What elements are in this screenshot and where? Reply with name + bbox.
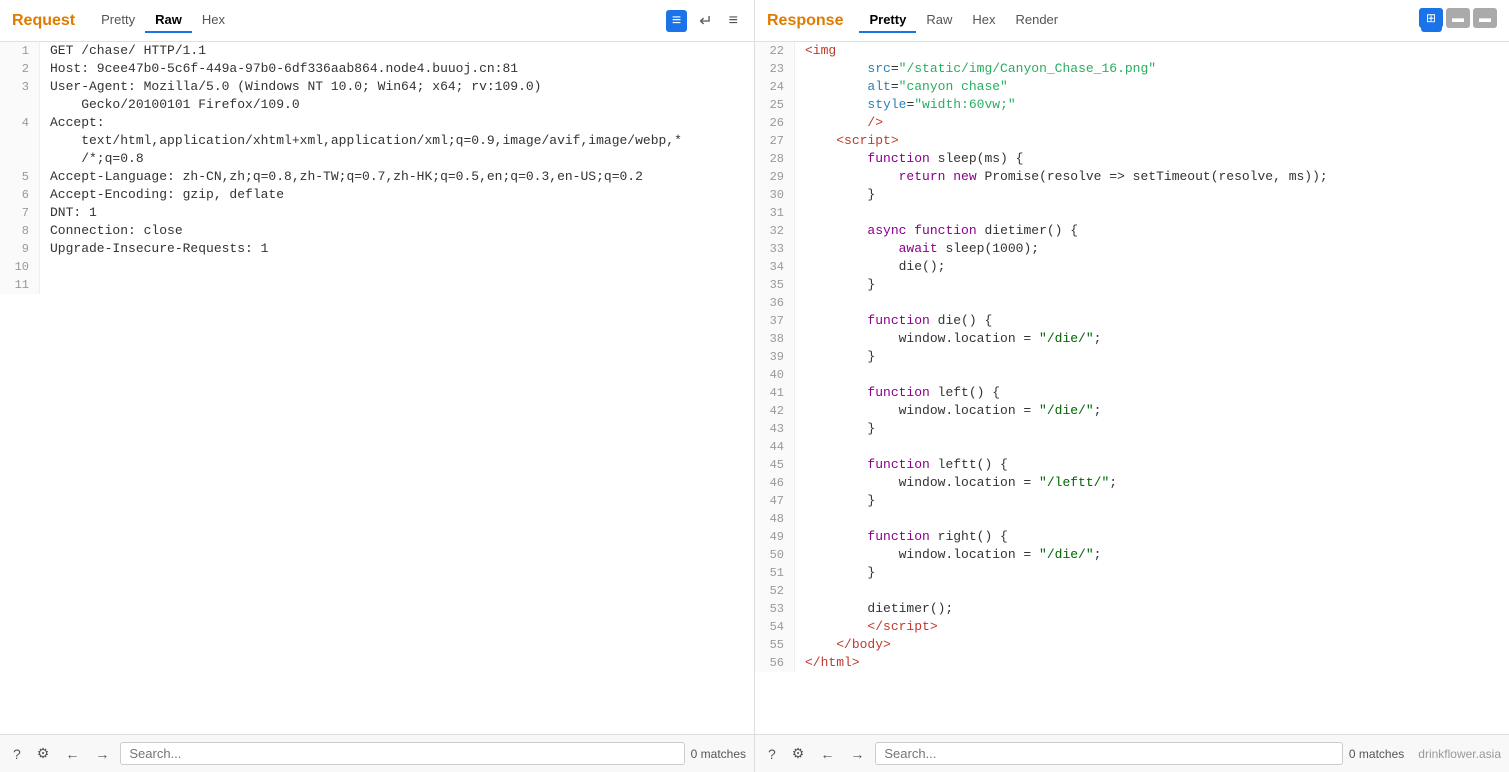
tab-raw-response[interactable]: Raw xyxy=(916,8,962,33)
request-tab-bar: Pretty Raw Hex xyxy=(91,8,658,33)
table-row: 31 xyxy=(755,204,1509,222)
back-btn-response[interactable]: ← xyxy=(815,744,839,764)
help-btn-request[interactable]: ? xyxy=(8,744,26,764)
table-row: 43 } xyxy=(755,420,1509,438)
table-row: 49 function right() { xyxy=(755,528,1509,546)
request-title: Request xyxy=(12,12,75,30)
table-row: 47 } xyxy=(755,492,1509,510)
table-row: 39 } xyxy=(755,348,1509,366)
watermark: drinkflower.asia xyxy=(1418,747,1501,761)
back-btn-request[interactable]: ← xyxy=(60,744,84,764)
col-view-1-icon[interactable]: ▬ xyxy=(1446,8,1470,28)
table-row: 26 /> xyxy=(755,114,1509,132)
table-row: 30 } xyxy=(755,186,1509,204)
table-row: 28 function sleep(ms) { xyxy=(755,150,1509,168)
settings-btn-request[interactable]: ⚙ xyxy=(32,743,55,764)
table-row: 35 } xyxy=(755,276,1509,294)
table-row: 9 Upgrade-Insecure-Requests: 1 xyxy=(0,240,754,258)
table-row: 50 window.location = "/die/"; xyxy=(755,546,1509,564)
settings-btn-response[interactable]: ⚙ xyxy=(787,743,810,764)
response-header: Response Pretty Raw Hex Render ≡ ↵ ≡ xyxy=(755,0,1509,42)
table-row: 8 Connection: close xyxy=(0,222,754,240)
table-row: 51 } xyxy=(755,564,1509,582)
table-row: 48 xyxy=(755,510,1509,528)
tab-render-response[interactable]: Render xyxy=(1005,8,1068,33)
tab-pretty-request[interactable]: Pretty xyxy=(91,8,145,33)
table-row: 38 window.location = "/die/"; xyxy=(755,330,1509,348)
table-row: 40 xyxy=(755,366,1509,384)
table-row: /*;q=0.8 xyxy=(0,150,754,168)
table-row: 45 function leftt() { xyxy=(755,456,1509,474)
table-row: 27 <script> xyxy=(755,132,1509,150)
tab-hex-response[interactable]: Hex xyxy=(962,8,1005,33)
tab-pretty-response[interactable]: Pretty xyxy=(859,8,916,33)
table-row: 7 DNT: 1 xyxy=(0,204,754,222)
table-row: 4 Accept: xyxy=(0,114,754,132)
table-row: 29 return new Promise(resolve => setTime… xyxy=(755,168,1509,186)
table-row: text/html,application/xhtml+xml,applicat… xyxy=(0,132,754,150)
search-input-response[interactable] xyxy=(875,742,1343,765)
request-code-area: 1 GET /chase/ HTTP/1.1 2 Host: 9cee47b0-… xyxy=(0,42,754,734)
table-row: 10 xyxy=(0,258,754,276)
table-row: 56 </html> xyxy=(755,654,1509,672)
table-row: Gecko/20100101 Firefox/109.0 xyxy=(0,96,754,114)
table-row: 36 xyxy=(755,294,1509,312)
tab-raw-request[interactable]: Raw xyxy=(145,8,192,33)
table-row: 25 style="width:60vw;" xyxy=(755,96,1509,114)
table-row: 46 window.location = "/leftt/"; xyxy=(755,474,1509,492)
table-row: 5 Accept-Language: zh-CN,zh;q=0.8,zh-TW;… xyxy=(0,168,754,186)
table-row: 22 <img xyxy=(755,42,1509,60)
wrap-btn-request[interactable]: ↵ xyxy=(695,9,716,33)
table-row: 32 async function dietimer() { xyxy=(755,222,1509,240)
request-bottom-bar: ? ⚙ ← → 0 matches xyxy=(0,734,754,772)
help-btn-response[interactable]: ? xyxy=(763,744,781,764)
request-header: Request Pretty Raw Hex ≡ ↵ ≡ xyxy=(0,0,754,42)
response-tab-bar: Pretty Raw Hex Render xyxy=(859,8,1412,33)
response-code-area: 22 <img 23 src="/static/img/Canyon_Chase… xyxy=(755,42,1509,734)
table-row: 23 src="/static/img/Canyon_Chase_16.png" xyxy=(755,60,1509,78)
table-row: 42 window.location = "/die/"; xyxy=(755,402,1509,420)
forward-btn-request[interactable]: → xyxy=(90,744,114,764)
table-row: 33 await sleep(1000); xyxy=(755,240,1509,258)
table-row: 3 User-Agent: Mozilla/5.0 (Windows NT 10… xyxy=(0,78,754,96)
tab-hex-request[interactable]: Hex xyxy=(192,8,235,33)
table-row: 6 Accept-Encoding: gzip, deflate xyxy=(0,186,754,204)
request-header-icons: ≡ ↵ ≡ xyxy=(666,9,742,33)
request-panel: Request Pretty Raw Hex ≡ ↵ ≡ 1 GET /chas… xyxy=(0,0,755,772)
table-row: 52 xyxy=(755,582,1509,600)
table-row: 53 dietimer(); xyxy=(755,600,1509,618)
menu-btn-request[interactable]: ≡ xyxy=(725,10,742,32)
table-row: 41 function left() { xyxy=(755,384,1509,402)
table-row: 34 die(); xyxy=(755,258,1509,276)
table-row: 55 </body> xyxy=(755,636,1509,654)
table-row: 44 xyxy=(755,438,1509,456)
table-row: 1 GET /chase/ HTTP/1.1 xyxy=(0,42,754,60)
forward-btn-response[interactable]: → xyxy=(845,744,869,764)
search-input-request[interactable] xyxy=(120,742,684,765)
match-count-request: 0 matches xyxy=(691,747,746,761)
match-count-response: 0 matches xyxy=(1349,747,1404,761)
split-view-icon[interactable]: ⊞ xyxy=(1419,8,1443,28)
table-row: 54 </script> xyxy=(755,618,1509,636)
response-bottom-bar: ? ⚙ ← → 0 matches drinkflower.asia xyxy=(755,734,1509,772)
table-row: 2 Host: 9cee47b0-5c6f-449a-97b0-6df336aa… xyxy=(0,60,754,78)
table-row: 37 function die() { xyxy=(755,312,1509,330)
table-row: 24 alt="canyon chase" xyxy=(755,78,1509,96)
table-row: 11 xyxy=(0,276,754,294)
response-title: Response xyxy=(767,12,843,30)
col-view-2-icon[interactable]: ▬ xyxy=(1473,8,1497,28)
response-panel: Response Pretty Raw Hex Render ≡ ↵ ≡ 22 … xyxy=(755,0,1509,772)
format-btn-request[interactable]: ≡ xyxy=(666,10,687,32)
